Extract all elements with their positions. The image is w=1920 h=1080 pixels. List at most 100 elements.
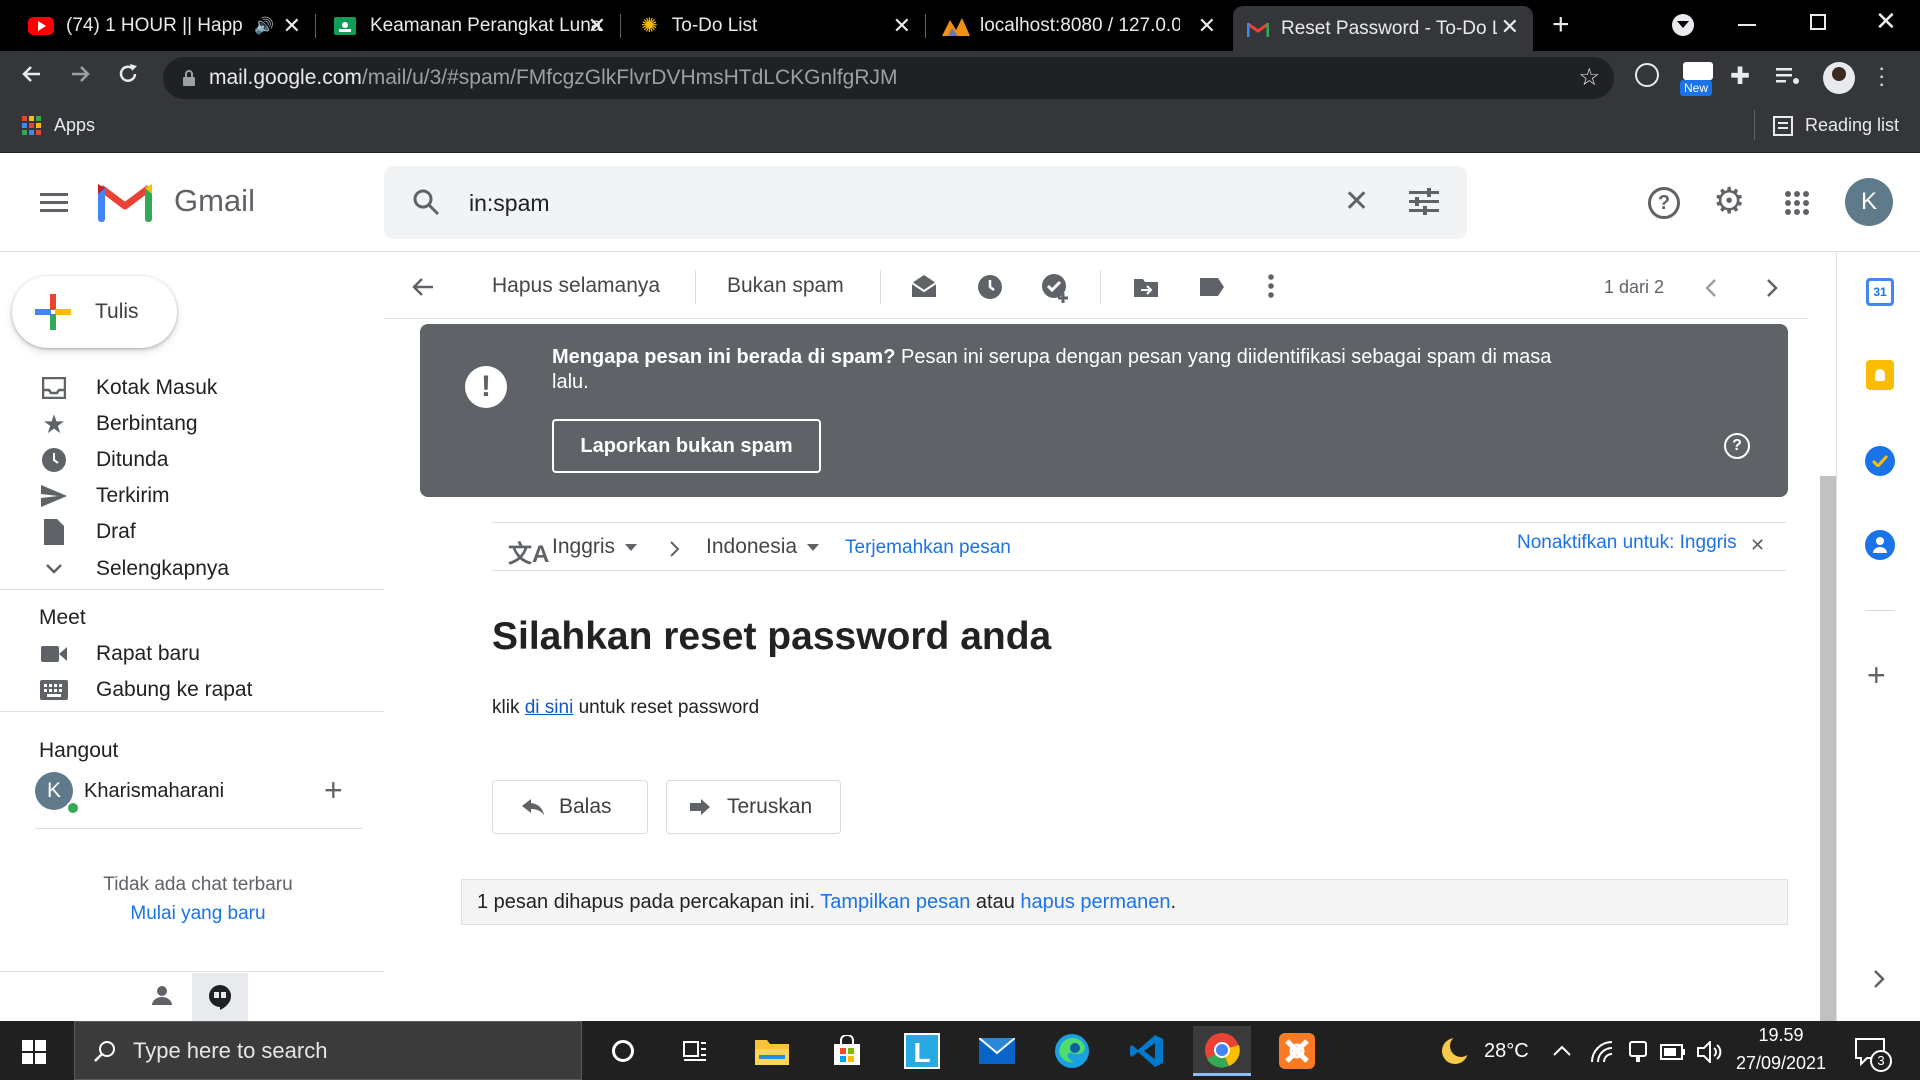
restore-button[interactable] bbox=[1810, 14, 1826, 30]
forward-icon[interactable] bbox=[68, 62, 92, 86]
move-to-icon[interactable] bbox=[1133, 276, 1159, 298]
reply-button[interactable]: Balas bbox=[492, 780, 648, 834]
mail-app-icon[interactable] bbox=[968, 1026, 1026, 1076]
help-icon[interactable]: ? bbox=[1648, 187, 1680, 219]
compose-button[interactable]: Tulis bbox=[12, 276, 177, 348]
add-contact-icon[interactable]: + bbox=[324, 772, 343, 809]
network-icon[interactable] bbox=[1590, 1040, 1614, 1064]
media-control-icon[interactable] bbox=[1776, 66, 1800, 86]
nav-item-drafts[interactable]: Draf bbox=[39, 514, 136, 550]
browser-tab-youtube[interactable]: (74) 1 HOUR || Happie 🔊 ✕ bbox=[0, 0, 315, 51]
calendar-addon-icon[interactable]: 31 bbox=[1866, 278, 1894, 306]
edge-icon[interactable] bbox=[1043, 1026, 1101, 1076]
meet-now-icon[interactable] bbox=[1628, 1040, 1648, 1064]
expand-panel-chevron-icon[interactable] bbox=[1873, 970, 1885, 988]
weather-moon-icon[interactable] bbox=[1440, 1036, 1470, 1066]
report-not-spam-button[interactable]: Laporkan bukan spam bbox=[552, 419, 821, 473]
browser-tab-gmail[interactable]: Reset Password - To-Do Li ✕ bbox=[1233, 6, 1533, 51]
settings-gear-icon[interactable]: ⚙ bbox=[1713, 181, 1745, 221]
extensions-puzzle-icon[interactable]: ✚ bbox=[1730, 62, 1750, 91]
spam-help-icon[interactable]: ? bbox=[1724, 433, 1750, 459]
bookmark-star-icon[interactable]: ☆ bbox=[1578, 63, 1600, 92]
browser-tab-classroom[interactable]: Keamanan Perangkat Luna ✕ bbox=[318, 0, 620, 51]
address-bar[interactable]: mail.google.com /mail/u/3/#spam/FMfcgzGl… bbox=[163, 57, 1614, 99]
nav-item-more[interactable]: Selengkapnya bbox=[39, 551, 229, 587]
dismiss-translate-icon[interactable]: ✕ bbox=[1750, 535, 1765, 556]
extension-new-icon[interactable]: New bbox=[1680, 62, 1716, 98]
search-icon[interactable] bbox=[412, 188, 440, 216]
cortana-icon[interactable] bbox=[594, 1026, 652, 1076]
hangouts-chat-icon[interactable] bbox=[192, 973, 248, 1021]
l-app-icon[interactable]: L bbox=[893, 1026, 951, 1076]
volume-icon[interactable] bbox=[1697, 1041, 1723, 1063]
contact-name[interactable]: Kharismaharani bbox=[84, 780, 224, 803]
browser-tab-phpmyadmin[interactable]: localhost:8080 / 127.0.0.1 ✕ bbox=[928, 0, 1230, 51]
nav-item-sent[interactable]: Terkirim bbox=[39, 478, 170, 514]
search-input[interactable]: in:spam bbox=[469, 190, 550, 217]
disable-translate-link[interactable]: Nonaktifkan untuk: Inggris bbox=[1517, 532, 1737, 554]
profile-avatar[interactable] bbox=[1823, 62, 1855, 94]
back-icon[interactable] bbox=[20, 62, 44, 86]
bookmark-apps[interactable]: Apps bbox=[22, 115, 95, 136]
contacts-person-icon[interactable] bbox=[151, 985, 173, 1007]
delete-forever-button[interactable]: Hapus selamanya bbox=[492, 274, 660, 298]
nav-item-inbox[interactable]: Kotak Masuk bbox=[39, 370, 217, 406]
delete-permanently-link[interactable]: hapus permanen bbox=[1020, 891, 1170, 913]
get-addons-plus-icon[interactable]: + bbox=[1867, 659, 1886, 691]
clock-time[interactable]: 19.59 bbox=[1736, 1025, 1826, 1046]
reset-link[interactable]: di sini bbox=[525, 697, 574, 718]
close-icon[interactable]: ✕ bbox=[1501, 14, 1519, 40]
show-message-link[interactable]: Tampilkan pesan bbox=[820, 891, 970, 913]
forward-button[interactable]: Teruskan bbox=[666, 780, 841, 834]
tab-search-icon[interactable] bbox=[1672, 14, 1694, 36]
keep-addon-icon[interactable] bbox=[1866, 360, 1894, 390]
chrome-taskbar-icon[interactable] bbox=[1193, 1026, 1251, 1076]
chrome-menu-icon[interactable]: · · · bbox=[1878, 57, 1885, 95]
account-avatar[interactable]: K bbox=[1845, 178, 1893, 226]
close-icon[interactable]: ✕ bbox=[1198, 13, 1216, 39]
globe-icon[interactable] bbox=[1635, 63, 1659, 87]
minimize-button[interactable] bbox=[1738, 24, 1756, 26]
close-window-button[interactable]: ✕ bbox=[1875, 6, 1897, 37]
source-language-select[interactable]: Inggris bbox=[552, 535, 638, 559]
new-tab-button[interactable]: + bbox=[1552, 8, 1570, 42]
weather-temperature[interactable]: 28°C bbox=[1484, 1040, 1529, 1063]
clock-date[interactable]: 27/09/2021 bbox=[1730, 1053, 1832, 1074]
windows-start-icon[interactable] bbox=[22, 1040, 46, 1064]
browser-tab-todo[interactable]: ✺ To-Do List ✕ bbox=[623, 0, 925, 51]
not-spam-button[interactable]: Bukan spam bbox=[727, 274, 844, 298]
target-language-select[interactable]: Indonesia bbox=[706, 535, 820, 559]
clear-search-icon[interactable]: ✕ bbox=[1344, 184, 1369, 219]
speaker-icon[interactable]: 🔊 bbox=[254, 16, 274, 36]
older-chevron-right-icon[interactable] bbox=[1766, 279, 1778, 297]
vscode-icon[interactable] bbox=[1118, 1026, 1176, 1076]
battery-icon[interactable] bbox=[1660, 1044, 1686, 1060]
meet-join[interactable]: Gabung ke rapat bbox=[39, 672, 252, 708]
meet-new-meeting[interactable]: Rapat baru bbox=[39, 636, 200, 672]
close-icon[interactable]: ✕ bbox=[893, 13, 911, 39]
reload-icon[interactable] bbox=[116, 62, 140, 86]
start-new-chat-link[interactable]: Mulai yang baru bbox=[0, 903, 396, 925]
nav-item-starred[interactable]: ★ Berbintang bbox=[39, 406, 197, 442]
back-to-list-icon[interactable] bbox=[411, 275, 435, 299]
reading-list-button[interactable]: Reading list bbox=[1773, 115, 1899, 136]
newer-chevron-left-icon[interactable] bbox=[1705, 279, 1717, 297]
snooze-clock-icon[interactable] bbox=[977, 274, 1003, 300]
file-explorer-icon[interactable] bbox=[743, 1026, 801, 1076]
close-icon[interactable]: ✕ bbox=[283, 13, 301, 39]
google-apps-icon[interactable] bbox=[1785, 191, 1809, 215]
nav-item-snoozed[interactable]: Ditunda bbox=[39, 442, 168, 478]
task-view-icon[interactable] bbox=[666, 1026, 724, 1076]
more-options-icon[interactable] bbox=[1267, 273, 1275, 299]
microsoft-store-icon[interactable] bbox=[818, 1026, 876, 1076]
label-icon[interactable] bbox=[1199, 277, 1225, 297]
main-menu-icon[interactable] bbox=[40, 192, 68, 214]
message-scrollbar[interactable] bbox=[1820, 476, 1836, 1021]
search-options-icon[interactable] bbox=[1409, 188, 1439, 216]
add-to-tasks-icon[interactable] bbox=[1041, 273, 1071, 303]
contacts-addon-icon[interactable] bbox=[1865, 530, 1895, 560]
xampp-icon[interactable] bbox=[1268, 1026, 1326, 1076]
gmail-logo[interactable]: Gmail bbox=[98, 180, 255, 222]
mark-unread-icon[interactable] bbox=[910, 274, 938, 298]
tasks-addon-icon[interactable] bbox=[1865, 446, 1895, 476]
